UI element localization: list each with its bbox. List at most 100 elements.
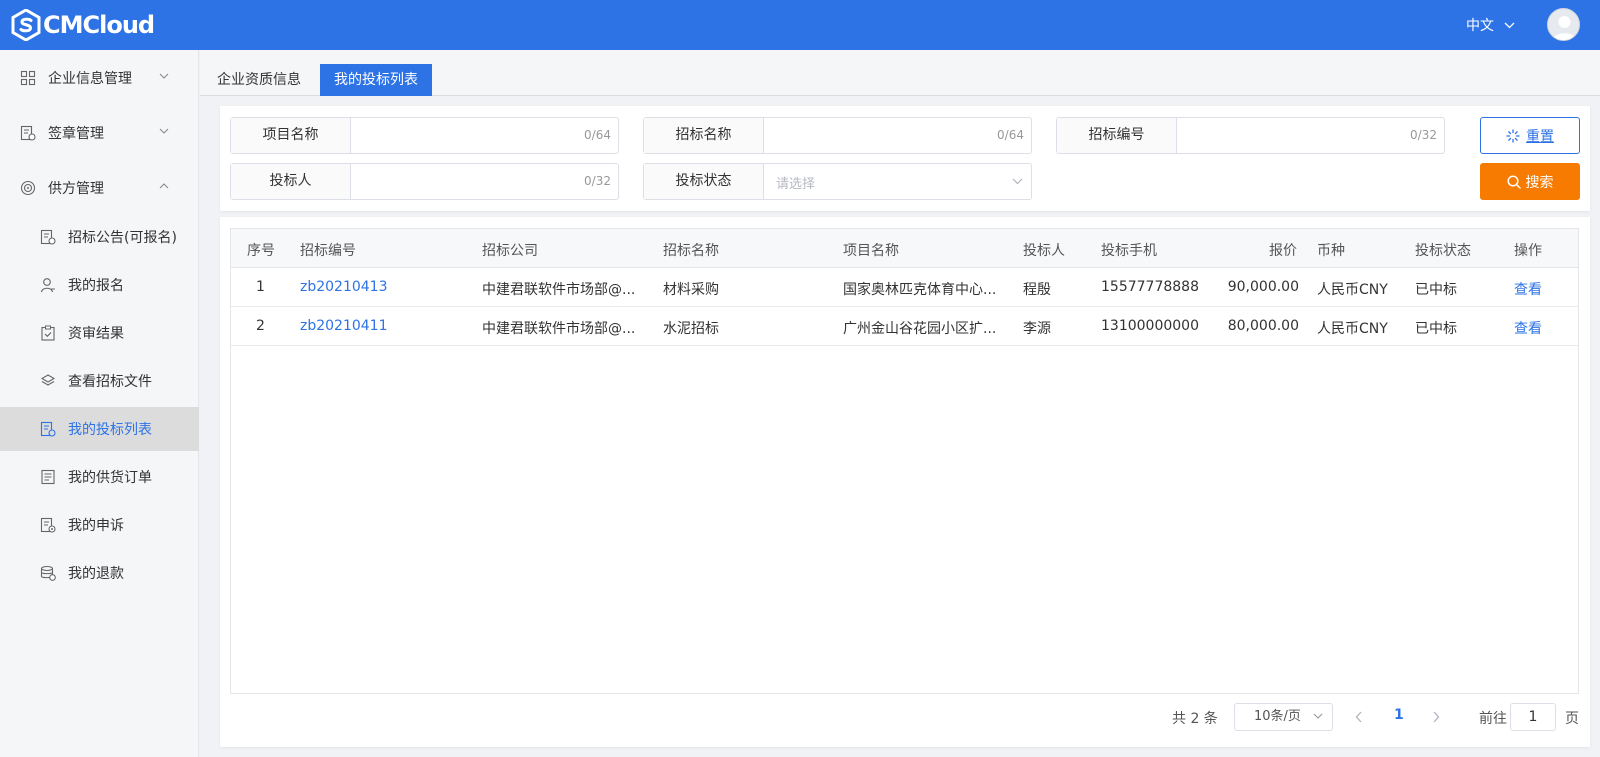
chevron-up-icon (159, 183, 169, 189)
menu-label: 签章管理 (48, 126, 104, 142)
sidebar-item-my-registration[interactable]: 我的报名 (0, 263, 199, 307)
sidebar-item-label: 招标公告(可报名) (68, 230, 177, 246)
goto-page-input[interactable]: 1 (1510, 703, 1556, 731)
sidebar-item-my-bids[interactable]: 我的投标列表 (0, 407, 199, 451)
menu-signature[interactable]: 签章管理 (0, 109, 199, 157)
tender-no-field: 招标编号 0/32 (1056, 117, 1445, 154)
char-counter: 0/64 (997, 128, 1024, 142)
sidebar-item-tender-announcement[interactable]: 招标公告(可报名) (0, 215, 199, 259)
tender-name: 水泥招标 (663, 321, 719, 337)
bidder-input[interactable]: 0/32 (352, 164, 618, 199)
sidebar-item-qualification-result[interactable]: 资审结果 (0, 311, 199, 355)
page-size-select[interactable]: 10条/页 (1234, 703, 1333, 731)
clipboard-check-icon (41, 325, 55, 341)
logo-mark-icon (11, 9, 41, 41)
column-header: 报价 (1269, 243, 1297, 259)
tab-my-bids[interactable]: 我的投标列表 (320, 64, 432, 96)
column-header: 操作 (1514, 243, 1542, 259)
page-suffix: 页 (1565, 711, 1579, 727)
sidebar-item-my-orders[interactable]: 我的供货订单 (0, 455, 199, 499)
layers-icon (40, 374, 56, 386)
view-link[interactable]: 查看 (1514, 279, 1542, 299)
bid-table: 序号 招标编号 招标公司 招标名称 项目名称 投标人 投标手机 报价 币种 投标… (230, 228, 1579, 694)
sidebar-item-my-appeals[interactable]: 我的申诉 (0, 503, 199, 547)
tender-code-link[interactable]: zb20210411 (300, 318, 388, 334)
sidebar-item-label: 我的申诉 (68, 518, 124, 534)
table-header: 序号 招标编号 招标公司 招标名称 项目名称 投标人 投标手机 报价 币种 投标… (231, 229, 1578, 268)
bid-status: 已中标 (1415, 321, 1457, 337)
tender-name-field: 招标名称 0/64 (643, 117, 1032, 154)
bid-status: 已中标 (1415, 282, 1457, 298)
sidebar-item-label: 查看招标文件 (68, 374, 152, 390)
menu-label: 企业信息管理 (48, 71, 132, 87)
page-number-current[interactable]: 1 (1394, 707, 1404, 723)
chevron-down-icon (159, 73, 169, 79)
tab-enterprise-qualification[interactable]: 企业资质信息 (203, 64, 315, 96)
char-counter: 0/32 (584, 174, 611, 188)
row-index: 2 (256, 318, 265, 334)
bidder-name: 李源 (1023, 321, 1051, 337)
select-placeholder: 请选择 (776, 177, 816, 192)
search-button[interactable]: 搜索 (1480, 163, 1580, 200)
sidebar-item-label: 我的供货订单 (68, 470, 152, 486)
top-header: CMCloud 中文 (0, 0, 1600, 50)
logo[interactable]: CMCloud (10, 9, 155, 41)
sidebar-item-label: 资审结果 (68, 326, 124, 342)
announcement-icon (40, 229, 56, 245)
currency: 人民币CNY (1317, 321, 1388, 337)
column-header: 投标手机 (1101, 243, 1157, 259)
tender-no-input[interactable]: 0/32 (1178, 118, 1444, 153)
search-icon (1506, 174, 1521, 189)
language-switcher[interactable]: 中文 (1466, 15, 1515, 35)
sidebar-item-label: 我的报名 (68, 278, 124, 294)
field-label: 投标人 (231, 164, 351, 199)
logo-text: CMCloud (43, 11, 155, 39)
bid-price: 90,000.00 (1227, 279, 1299, 295)
appeal-icon (40, 517, 56, 533)
project-name-input[interactable]: 0/64 (352, 118, 618, 153)
column-header: 序号 (247, 243, 275, 259)
table-row: 1 zb20210413 中建君联软件市场部@... 材料采购 国家奥林匹克体育… (231, 268, 1578, 307)
table-row: 2 zb20210411 中建君联软件市场部@... 水泥招标 广州金山谷花园小… (231, 307, 1578, 346)
char-counter: 0/64 (584, 128, 611, 142)
bid-status-select[interactable]: 请选择 (765, 164, 1031, 199)
prev-page-icon[interactable] (1355, 711, 1363, 723)
project-name-field: 项目名称 0/64 (230, 117, 619, 154)
tender-name-input[interactable]: 0/64 (765, 118, 1031, 153)
sidebar-item-view-tender-docs[interactable]: 查看招标文件 (0, 359, 199, 403)
bid-price: 80,000.00 (1227, 318, 1299, 334)
field-label: 招标名称 (644, 118, 764, 153)
next-page-icon[interactable] (1432, 711, 1440, 723)
target-icon (20, 180, 36, 196)
loading-icon (1506, 128, 1520, 143)
order-list-icon (41, 469, 55, 485)
pagination: 共 2 条 10条/页 1 前往 1 页 (220, 703, 1590, 731)
menu-enterprise-info[interactable]: 企业信息管理 (0, 54, 199, 102)
column-header: 投标状态 (1415, 243, 1471, 259)
menu-label: 供方管理 (48, 181, 104, 197)
bidder-field: 投标人 0/32 (230, 163, 619, 200)
column-header: 招标名称 (663, 243, 719, 259)
reset-label: 重置 (1526, 128, 1554, 145)
sidebar-item-label: 我的投标列表 (68, 422, 152, 438)
grid-icon (20, 70, 36, 86)
user-avatar[interactable] (1547, 8, 1580, 41)
chevron-down-icon (159, 128, 169, 134)
filter-panel: 项目名称 0/64 招标名称 0/64 招标编号 0/32 重置 投标人 0/3… (220, 106, 1590, 211)
view-link[interactable]: 查看 (1514, 318, 1542, 338)
bidder-phone: 13100000000 (1101, 318, 1199, 334)
column-header: 招标编号 (300, 243, 356, 259)
search-label: 搜索 (1525, 174, 1554, 191)
tender-code-link[interactable]: zb20210413 (300, 279, 388, 295)
goto-label: 前往 (1479, 711, 1507, 727)
page-size-label: 10条/页 (1254, 709, 1301, 724)
char-counter: 0/32 (1410, 128, 1437, 142)
chevron-down-icon (1012, 178, 1023, 185)
sidebar-item-my-refunds[interactable]: 我的退款 (0, 551, 199, 595)
reset-button[interactable]: 重置 (1480, 117, 1580, 154)
menu-supplier[interactable]: 供方管理 (0, 164, 199, 212)
project-name: 国家奥林匹克体育中心... (843, 282, 997, 298)
bidder-phone: 15577778888 (1101, 279, 1199, 295)
refund-icon (40, 565, 56, 581)
bid-list-icon (40, 421, 56, 437)
